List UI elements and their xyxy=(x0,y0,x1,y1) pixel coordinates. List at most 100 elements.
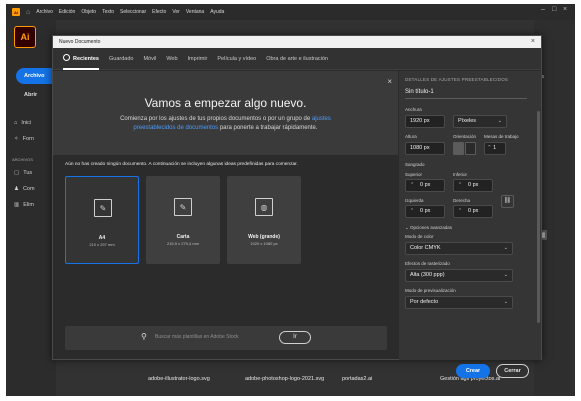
bleed-left-field[interactable]: ⌃ 0 px xyxy=(405,205,445,218)
portrait-orientation-button[interactable] xyxy=(453,142,464,155)
globe-icon: ◍ xyxy=(255,198,273,216)
preset-details-panel: DETALLES DE AJUSTES PREESTABLECIDOS Sin … xyxy=(399,71,541,378)
sidebar-item-inicio[interactable]: ⌂ Inici xyxy=(14,120,31,126)
close-icon[interactable]: × xyxy=(531,36,535,48)
top-label: Superior xyxy=(405,172,423,177)
tab-web[interactable]: Web xyxy=(166,48,177,70)
raster-effects-label: Efectos de rasterizado xyxy=(405,261,450,266)
menu-edicion[interactable]: Edición xyxy=(59,9,75,15)
document-icon: ✎ xyxy=(174,198,192,216)
close-icon[interactable]: × xyxy=(387,77,392,86)
home-icon[interactable]: ⌂ xyxy=(26,9,30,16)
height-field[interactable]: 1080 px xyxy=(405,142,445,155)
category-tabs: Recientes Guardado Móvil Web Imprimir Pe… xyxy=(53,48,541,70)
lightbulb-icon: ✧ xyxy=(14,136,19,142)
link-bleed-icon[interactable]: ⛓ xyxy=(501,195,514,208)
sidebar-item-formacion[interactable]: ✧ Forn xyxy=(14,136,34,142)
menu-ayuda[interactable]: Ayuda xyxy=(210,9,224,15)
close-window-icon[interactable]: × xyxy=(563,6,567,13)
details-scrollbar[interactable] xyxy=(537,111,540,323)
trash-icon: ▥ xyxy=(14,202,20,208)
create-button[interactable]: Crear xyxy=(456,364,490,378)
document-name-field[interactable]: Sin título-1 xyxy=(405,89,434,95)
section-label: ARCHIVOS xyxy=(12,157,33,162)
chevron-down-icon: ⌄ xyxy=(503,245,508,251)
menu-objeto[interactable]: Objeto xyxy=(81,9,96,15)
welcome-subtitle: Comienza por los ajustes de tus propios … xyxy=(120,116,331,131)
tab-obra-arte[interactable]: Obra de arte e ilustración xyxy=(266,48,328,70)
people-icon: ♟ xyxy=(14,186,19,192)
stepper-icon[interactable]: ⌃ xyxy=(458,206,462,217)
menu-ventana[interactable]: Ventana xyxy=(186,9,204,15)
raster-effects-select[interactable]: Alta (300 ppp) ⌄ xyxy=(405,269,513,282)
sidebar-item-compartidos[interactable]: ♟ Com xyxy=(14,186,35,192)
width-label: Anchura xyxy=(405,107,422,112)
search-input[interactable]: Buscar más plantillas en Adobe Stock xyxy=(155,334,239,340)
stepper-icon[interactable]: ⌃ xyxy=(410,180,414,191)
stepper-icon[interactable]: ⌃ xyxy=(458,180,462,191)
stock-search-bar: ⚲ Buscar más plantillas en Adobe Stock I… xyxy=(65,326,387,350)
units-select[interactable]: Píxeles ⌄ xyxy=(453,115,507,128)
sidebar-item-eliminados[interactable]: ▥ Elim xyxy=(14,202,34,208)
orientation-label: Orientación xyxy=(453,134,477,139)
abrir-button[interactable]: Abrir xyxy=(24,92,37,98)
recent-file[interactable]: adobe-illustrator-logo.svg xyxy=(148,376,210,382)
preset-size: 1920 x 1080 px xyxy=(250,241,278,246)
artboards-label: Mesas de trabajo xyxy=(484,134,519,139)
preview-mode-select[interactable]: Por defecto ⌄ xyxy=(405,296,513,309)
preset-name: Carta xyxy=(176,234,190,240)
tab-guardado[interactable]: Guardado xyxy=(109,48,133,70)
preset-size: 215,9 x 279,4 mm xyxy=(166,241,200,246)
bleed-label: Sangrado xyxy=(405,162,425,167)
document-icon: ✎ xyxy=(94,199,112,217)
welcome-banner: × Vamos a empezar algo nuevo. Comienza p… xyxy=(53,71,398,155)
files-icon: ▢ xyxy=(14,170,20,176)
artboards-stepper[interactable]: ⌃ 1 xyxy=(484,142,506,155)
minimize-icon[interactable]: – xyxy=(541,6,545,13)
menu-seleccionar[interactable]: Seleccionar xyxy=(120,9,146,15)
go-button[interactable]: Ir xyxy=(279,331,311,344)
recent-file[interactable]: adobe-photoshop-logo-2021.svg xyxy=(245,376,324,382)
preset-card-web[interactable]: ◍ Web (grande) 1920 x 1080 px xyxy=(227,176,301,264)
preset-card-a4[interactable]: ✎ A4 210 x 297 mm xyxy=(65,176,139,264)
sidebar-item-label: Elim xyxy=(23,202,34,208)
tab-recientes[interactable]: Recientes xyxy=(63,48,99,70)
height-label: Altura xyxy=(405,134,417,139)
landscape-orientation-button[interactable] xyxy=(465,142,476,155)
divider xyxy=(405,98,527,99)
stepper-icon[interactable]: ⌃ xyxy=(487,145,492,151)
app-icon: Ai xyxy=(12,8,20,16)
tab-imprimir[interactable]: Imprimir xyxy=(188,48,208,70)
bleed-top-field[interactable]: ⌃ 0 px xyxy=(405,179,445,192)
bleed-bottom-field[interactable]: ⌃ 0 px xyxy=(453,179,493,192)
right-label: Derecha xyxy=(453,198,471,203)
chevron-down-icon: ⌄ xyxy=(497,118,502,124)
menu-efecto[interactable]: Efecto xyxy=(152,9,166,15)
home-icon: ⌂ xyxy=(14,120,18,126)
dialog-titlebar: Nuevo Documento × xyxy=(53,36,541,48)
left-label: Izquierda xyxy=(405,198,424,203)
preset-name: Web (grande) xyxy=(248,234,280,240)
maximize-icon[interactable]: □ xyxy=(552,6,556,13)
bottom-label: Inferior xyxy=(453,172,468,177)
sidebar-item-label: Com xyxy=(22,186,35,192)
sidebar-item-tus-archivos[interactable]: ▢ Tus xyxy=(14,170,32,176)
stepper-icon[interactable]: ⌃ xyxy=(410,206,414,217)
color-mode-label: Modo de color xyxy=(405,234,434,239)
width-field[interactable]: 1920 px xyxy=(405,115,445,128)
advanced-options-toggle[interactable]: ⌄ Opciones avanzadas xyxy=(405,225,452,231)
dialog-title: Nuevo Documento xyxy=(59,39,101,45)
menu-ver[interactable]: Ver xyxy=(172,9,180,15)
preset-size: 210 x 297 mm xyxy=(89,242,115,247)
color-mode-select[interactable]: Color CMYK ⌄ xyxy=(405,242,513,255)
preset-card-carta[interactable]: ✎ Carta 215,9 x 279,4 mm xyxy=(146,176,220,264)
preset-note: Aún no has creado ningún documento. A co… xyxy=(65,162,298,167)
new-document-dialog: Nuevo Documento × Recientes Guardado Móv… xyxy=(52,35,542,378)
menu-texto[interactable]: Texto xyxy=(102,9,114,15)
tab-pelicula-video[interactable]: Película y vídeo xyxy=(217,48,256,70)
bleed-right-field[interactable]: ⌃ 0 px xyxy=(453,205,493,218)
menu-archivo[interactable]: Archivo xyxy=(36,9,53,15)
close-button[interactable]: Cerrar xyxy=(496,364,529,378)
recent-file[interactable]: portadas2.ai xyxy=(342,376,372,382)
tab-movil[interactable]: Móvil xyxy=(143,48,156,70)
